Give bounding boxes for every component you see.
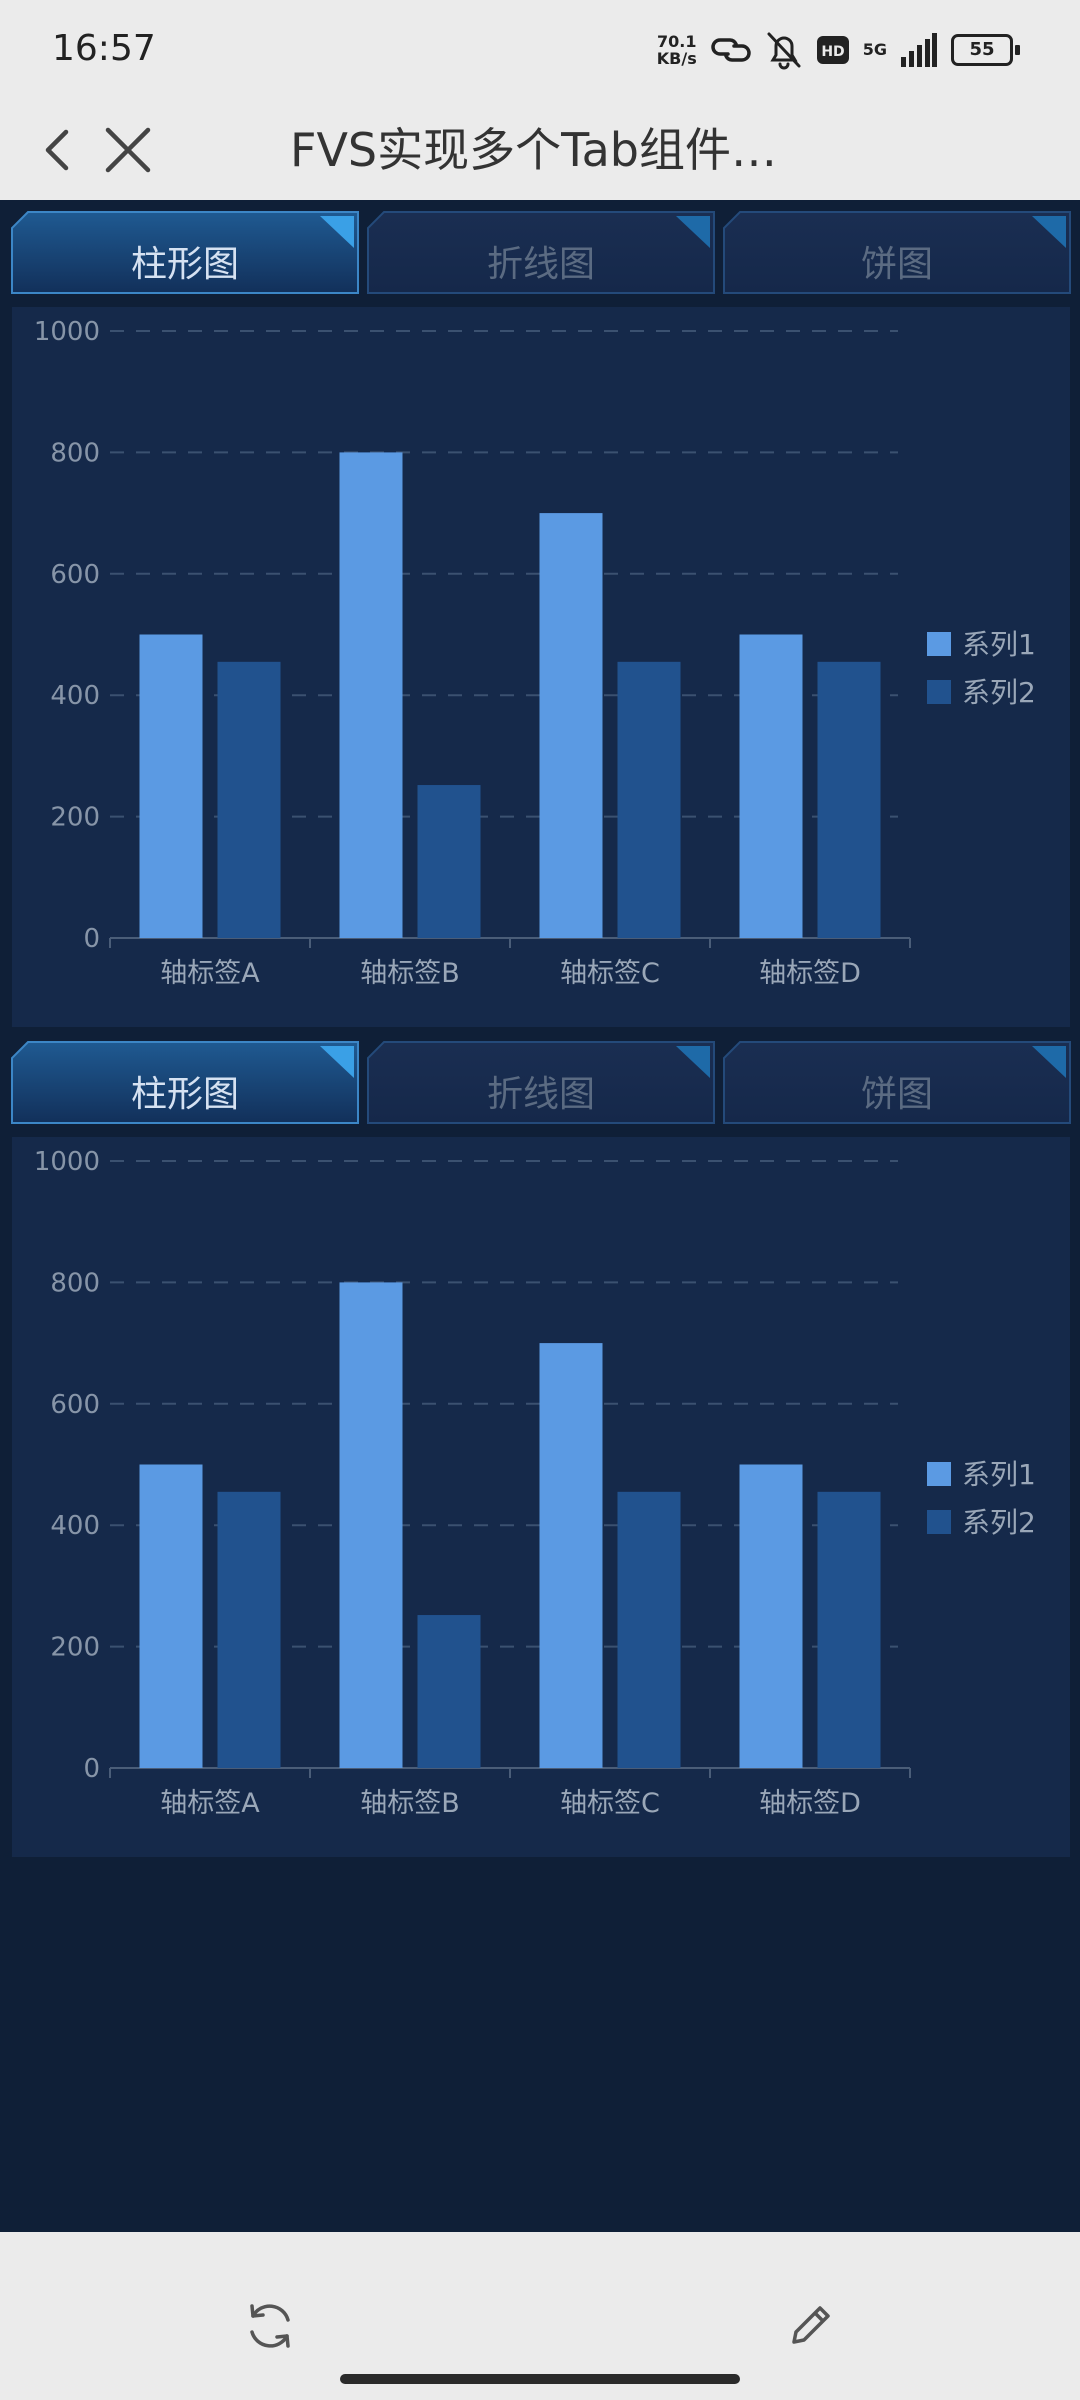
y-tick-label: 600 [50, 560, 100, 590]
legend-swatch [927, 1510, 951, 1534]
net-speed: 70.1 KB/s [657, 33, 697, 67]
bar-series1 [739, 634, 803, 938]
tab-label: 柱形图 [130, 244, 239, 285]
refresh-icon[interactable] [240, 2296, 300, 2356]
home-indicator[interactable] [340, 2374, 740, 2384]
bar-series1 [339, 452, 403, 938]
bar-series2 [617, 661, 681, 938]
status-time: 16:57 [52, 28, 156, 69]
x-tick-label: 轴标签C [560, 958, 660, 989]
svg-text:HD: HD [821, 44, 844, 60]
tab-label: 折线图 [486, 1074, 595, 1115]
bar-series2 [617, 1491, 681, 1768]
tab-bar-chart[interactable]: 柱形图 [10, 1040, 360, 1125]
y-tick-label: 200 [50, 1633, 100, 1663]
bar-series2 [817, 661, 881, 938]
tab-widget-2: 柱形图 折线图 饼图 0 200 400 600 800 1000 轴标签A 轴… [10, 1030, 1072, 1860]
legend-label: 系列2 [962, 1506, 1036, 1539]
x-tick-label: 轴标签C [560, 1788, 660, 1819]
bell-off-icon [767, 32, 801, 70]
hd-icon: HD [816, 36, 849, 64]
bar-chart: 0 200 400 600 800 1000 轴标签A 轴标签B 轴标签C 轴标签D 系列1 系列2 [34, 1147, 1036, 1819]
y-tick-label: 0 [83, 1754, 100, 1784]
y-tick-label: 800 [50, 1268, 100, 1298]
tab-label: 饼图 [860, 244, 933, 285]
bar-series1 [339, 1282, 403, 1768]
chart-panel: 0 200 400 600 800 1000 轴标签A 轴标签B 轴标签C 轴标签D 系列1 系列2 [12, 307, 1070, 1027]
bar-series2 [417, 785, 481, 938]
y-tick-label: 400 [50, 1511, 100, 1541]
legend-label: 系列2 [962, 676, 1036, 709]
back-icon[interactable] [30, 120, 90, 180]
bar-chart: 0 200 400 600 800 1000 轴标签A 轴标签B 轴标签C 轴标签D 系列1 系列2 [34, 317, 1036, 989]
y-tick-label: 800 [50, 438, 100, 468]
tab-label: 折线图 [486, 244, 595, 285]
x-tick-label: 轴标签A [160, 1788, 260, 1819]
edit-icon[interactable] [780, 2296, 840, 2356]
battery-icon: 55 [951, 34, 1020, 66]
nav-bar: FVS实现多个Tab组件… [0, 100, 1080, 200]
net-speed-unit: KB/s [656, 49, 697, 68]
y-tick-label: 600 [50, 1390, 100, 1420]
y-tick-label: 200 [50, 803, 100, 833]
legend-swatch [927, 1462, 951, 1486]
y-tick-label: 0 [83, 924, 100, 954]
tab-line-chart[interactable]: 折线图 [366, 1040, 716, 1125]
y-tick-label: 1000 [34, 317, 100, 347]
tab-pie-chart[interactable]: 饼图 [722, 1040, 1072, 1125]
tab-pie-chart[interactable]: 饼图 [722, 210, 1072, 295]
tab-line-chart[interactable]: 折线图 [366, 210, 716, 295]
y-tick-label: 400 [50, 681, 100, 711]
bar-series1 [539, 513, 603, 938]
signal-icon [901, 33, 937, 67]
page-title: FVS实现多个Tab组件… [290, 123, 777, 177]
bar-series2 [817, 1491, 881, 1768]
tab-widget-1: 柱形图 折线图 饼图 0 200 400 600 800 1000 轴标签A 轴… [10, 200, 1072, 1030]
legend-label: 系列1 [962, 1458, 1036, 1491]
x-tick-label: 轴标签A [160, 958, 260, 989]
tab-label: 饼图 [860, 1074, 933, 1115]
x-tick-label: 轴标签B [360, 958, 460, 989]
bar-series1 [139, 1464, 203, 1768]
x-tick-label: 轴标签D [759, 958, 861, 989]
legend-swatch [927, 680, 951, 704]
close-icon[interactable] [98, 120, 158, 180]
legend-label: 系列1 [962, 628, 1036, 661]
tab-bar-chart[interactable]: 柱形图 [10, 210, 360, 295]
tab-bar: 柱形图 折线图 饼图 [10, 1030, 1072, 1125]
link-icon [711, 38, 751, 62]
x-tick-label: 轴标签D [759, 1788, 861, 1819]
x-tick-label: 轴标签B [360, 1788, 460, 1819]
bar-series2 [217, 661, 281, 938]
status-bar: 16:57 70.1 KB/s HD 5G 55 [0, 0, 1080, 100]
legend-swatch [927, 632, 951, 656]
bar-series1 [539, 1343, 603, 1768]
network-type: 5G [862, 40, 887, 59]
status-icons: 70.1 KB/s HD 5G 55 [657, 28, 1020, 72]
report-content: 柱形图 折线图 饼图 0 200 400 600 800 1000 轴标签A 轴… [0, 200, 1080, 2230]
bar-series2 [417, 1615, 481, 1768]
tab-bar: 柱形图 折线图 饼图 [10, 200, 1072, 295]
y-tick-label: 1000 [34, 1147, 100, 1177]
bar-series2 [217, 1491, 281, 1768]
bottom-toolbar [0, 2232, 1080, 2400]
bar-series1 [139, 634, 203, 938]
tab-label: 柱形图 [130, 1074, 239, 1115]
net-speed-value: 70.1 [657, 32, 697, 51]
bar-series1 [739, 1464, 803, 1768]
chart-panel: 0 200 400 600 800 1000 轴标签A 轴标签B 轴标签C 轴标签D 系列1 系列2 [12, 1137, 1070, 1857]
battery-level: 55 [951, 34, 1013, 66]
